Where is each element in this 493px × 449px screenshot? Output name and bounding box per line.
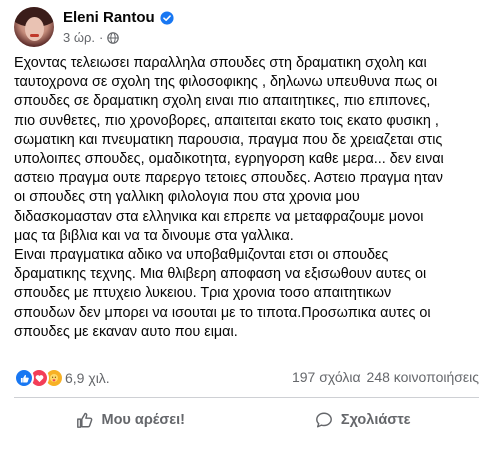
post-text-line: σπουδων δεν μπορει να ισουται με το τιπο…	[14, 304, 431, 321]
post-meta: 3 ώρ. ·	[63, 30, 120, 45]
comment-button[interactable]: Σχολιάστε	[247, 402, 480, 438]
post-text-line: διδασκομασταν στα ελληνικα και επρεπε να…	[14, 208, 424, 225]
post-text-line: οι σπουδες στη γαλλικη φιλολογια που στα…	[14, 189, 360, 206]
post-text-line: μας τα βιβλια και να τα δινουμε στα γαλλ…	[14, 227, 294, 244]
post-text-line: Ειναι πραγματικα αδικο να υποβαθμιζονται…	[14, 247, 389, 264]
comments-count[interactable]: 197 σχόλια	[292, 369, 361, 385]
reactions-summary[interactable]: 6,9 χιλ.	[14, 368, 110, 388]
author-avatar[interactable]	[14, 7, 54, 47]
like-button[interactable]: Μου αρέσει!	[14, 402, 247, 438]
reaction-icons	[14, 368, 64, 388]
globe-icon	[107, 31, 120, 44]
post-text-line: ταυτοχρονα σε σχολη της φιλοσοφικης , δη…	[14, 74, 438, 91]
thumbs-up-icon	[76, 412, 92, 428]
engagement-counts: 197 σχόλια 248 κοινοποιήσεις	[292, 369, 479, 385]
facebook-post: Eleni Rantou 3 ώρ. · Εχοντας τελειωσει π…	[0, 0, 493, 449]
post-author: Eleni Rantou	[63, 9, 174, 26]
post-time[interactable]: 3 ώρ.	[63, 30, 95, 45]
shares-count[interactable]: 248 κοινοποιήσεις	[367, 369, 479, 385]
post-text-line: Εχοντας τελειωσει παραλληλα σπουδες στη …	[14, 55, 427, 71]
post-text-line: δραματικης τεχνης. Μια θλιβερη αποφαση ν…	[14, 266, 427, 283]
post-actions: Μου αρέσει! Σχολιάστε	[14, 402, 479, 438]
post-text-line: σπουδες σε δραματικη σχολη ειναι πιο απα…	[14, 93, 431, 110]
post-text-line: αστειο πραγμα ουτε παρεργο τετοιες σπουδ…	[14, 170, 443, 187]
post-text-line: σωματικη και πνευματικη παρουσια, πραγμα…	[14, 131, 443, 148]
post-text-line: σπουδες με εκαναν αυτο που ειμαι.	[14, 323, 238, 340]
comment-bubble-icon	[315, 412, 332, 428]
post-text: Εχοντας τελειωσει παραλληλα σπουδες στη …	[14, 54, 484, 342]
verified-badge-icon	[160, 10, 174, 25]
like-label: Μου αρέσει!	[101, 412, 186, 428]
divider	[14, 397, 479, 398]
author-name[interactable]: Eleni Rantou	[63, 9, 155, 26]
post-text-line: υπολοιπες σπουδες, ομαδικοτητα, εγρηγορσ…	[14, 151, 444, 168]
post-text-line: πιο συνθετες, πιο χρονοβορες, απαιτειται…	[14, 112, 439, 129]
like-reaction-icon	[14, 368, 34, 388]
reactions-count[interactable]: 6,9 χιλ.	[65, 370, 110, 386]
post-text-line: σπουδες με πτυχειο λυκειου. Τρια χρονια …	[14, 285, 392, 302]
comment-label: Σχολιάστε	[340, 412, 411, 428]
